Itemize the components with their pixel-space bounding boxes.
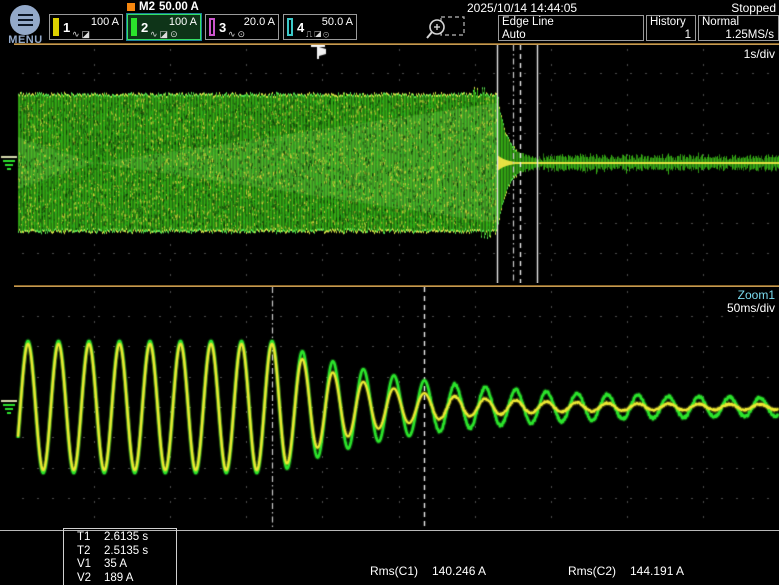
acquisition-mode: Normal bbox=[702, 16, 775, 29]
cursor-label: T1 bbox=[77, 531, 104, 545]
probe-icon: ◪ bbox=[314, 29, 323, 39]
channel-2-box[interactable]: 2100 A∿◪⊙ bbox=[127, 14, 201, 40]
channel-4-box[interactable]: 4 50.0 A⎍◪⊙ bbox=[283, 14, 357, 40]
channel-row: 1100 A∿◪2100 A∿◪⊙320.0 A∿⊙450.0 A⎍◪⊙ bbox=[49, 14, 357, 40]
cursor-value: 2.5135 s bbox=[104, 545, 148, 559]
measurement-label: Rms(C1) bbox=[370, 564, 418, 578]
hamburger-icon bbox=[18, 19, 33, 21]
main-waveform-display[interactable] bbox=[0, 45, 779, 283]
main-timebase-label: 1s/div bbox=[744, 47, 775, 61]
cursor-value: 2.6135 s bbox=[104, 531, 148, 545]
cursor-label: T2 bbox=[77, 545, 104, 559]
m2-label: M2 bbox=[139, 1, 155, 13]
datetime-readout: 2025/10/14 14:44:05 bbox=[467, 1, 577, 15]
channel-number: 1 bbox=[63, 20, 70, 35]
m2-scale-value: 50.00 A bbox=[159, 1, 199, 13]
measurement-value: 140.246 A bbox=[432, 564, 486, 578]
acquisition-status: Stopped bbox=[731, 1, 776, 15]
cursor-value: 189 A bbox=[104, 572, 133, 585]
channel-color-bar-icon bbox=[131, 18, 137, 36]
reference-trace-indicator: M2 50.00 A bbox=[127, 1, 199, 13]
filter-icon: ⊙ bbox=[170, 29, 180, 39]
measurement-value: 144.191 A bbox=[630, 564, 684, 578]
channel-setting-icons: ⎍◪⊙ bbox=[306, 29, 331, 40]
sample-rate: 1.25MS/s bbox=[702, 29, 775, 42]
oscilloscope-screen: MENU M2 50.00 A 1100 A∿◪2100 A∿◪⊙320.0 A… bbox=[0, 0, 779, 585]
rms-c2-readout: Rms(C2) 144.191 A bbox=[568, 564, 684, 578]
channel-setting-icons: ∿◪⊙ bbox=[150, 29, 180, 40]
trigger-mode: Auto bbox=[502, 29, 640, 42]
probe-icon: ◪ bbox=[82, 29, 93, 39]
channel-color-bar-icon bbox=[53, 18, 59, 36]
acquisition-mode-box[interactable]: Normal 1.25MS/s bbox=[698, 15, 779, 41]
cursor-row: V2189 A bbox=[77, 572, 176, 585]
channel-3-box[interactable]: 320.0 A∿⊙ bbox=[205, 14, 279, 40]
channel-scale-value: 50.0 A bbox=[322, 16, 353, 28]
cursor-row: V135 A bbox=[77, 558, 176, 572]
zoom-waveform-display[interactable] bbox=[0, 287, 779, 530]
ac-coupling-icon: ∿ bbox=[72, 29, 82, 39]
channel-number: 3 bbox=[219, 20, 226, 35]
channel-setting-icons: ∿◪ bbox=[72, 29, 92, 40]
history-count: 1 bbox=[650, 29, 692, 42]
channel-scale-value: 100 A bbox=[91, 16, 119, 28]
filter-icon: ⊙ bbox=[323, 29, 331, 39]
cursor-label: V1 bbox=[77, 558, 104, 572]
probe-icon: ◪ bbox=[160, 29, 171, 39]
channel-scale-value: 20.0 A bbox=[244, 16, 275, 28]
m2-color-swatch-icon bbox=[127, 3, 135, 11]
trigger-settings-box[interactable]: Edge Line Auto bbox=[498, 15, 644, 41]
cursor-value: 35 A bbox=[104, 558, 127, 572]
channel-setting-icons: ∿⊙ bbox=[228, 29, 247, 40]
ac-coupling-icon: ∿ bbox=[228, 29, 238, 39]
menu-button[interactable] bbox=[10, 5, 40, 35]
channel-color-bar-icon bbox=[209, 18, 215, 36]
ac-coupling-icon: ∿ bbox=[150, 29, 160, 39]
history-box[interactable]: History 1 bbox=[646, 15, 696, 41]
channel-color-bar-icon bbox=[287, 18, 293, 36]
filter-icon: ⊙ bbox=[238, 29, 248, 39]
channel-number: 4 bbox=[297, 20, 304, 35]
channel-number: 2 bbox=[141, 20, 148, 35]
cursor-row: T12.6135 s bbox=[77, 531, 176, 545]
cursor-row: T22.5135 s bbox=[77, 545, 176, 559]
trigger-type: Edge Line bbox=[502, 16, 640, 29]
rms-c1-readout: Rms(C1) 140.246 A bbox=[370, 564, 486, 578]
cursor-label: V2 bbox=[77, 572, 104, 585]
measurement-label: Rms(C2) bbox=[568, 564, 616, 578]
zoom-window-label: Zoom1 bbox=[738, 288, 775, 302]
cursor-readout-box: T12.6135 sT22.5135 sV135 AV2189 A bbox=[63, 528, 177, 585]
history-label: History bbox=[650, 16, 692, 29]
channel-1-box[interactable]: 1100 A∿◪ bbox=[49, 14, 123, 40]
zoom-timebase-label: 50ms/div bbox=[727, 301, 775, 315]
channel-scale-value: 100 A bbox=[169, 16, 197, 28]
